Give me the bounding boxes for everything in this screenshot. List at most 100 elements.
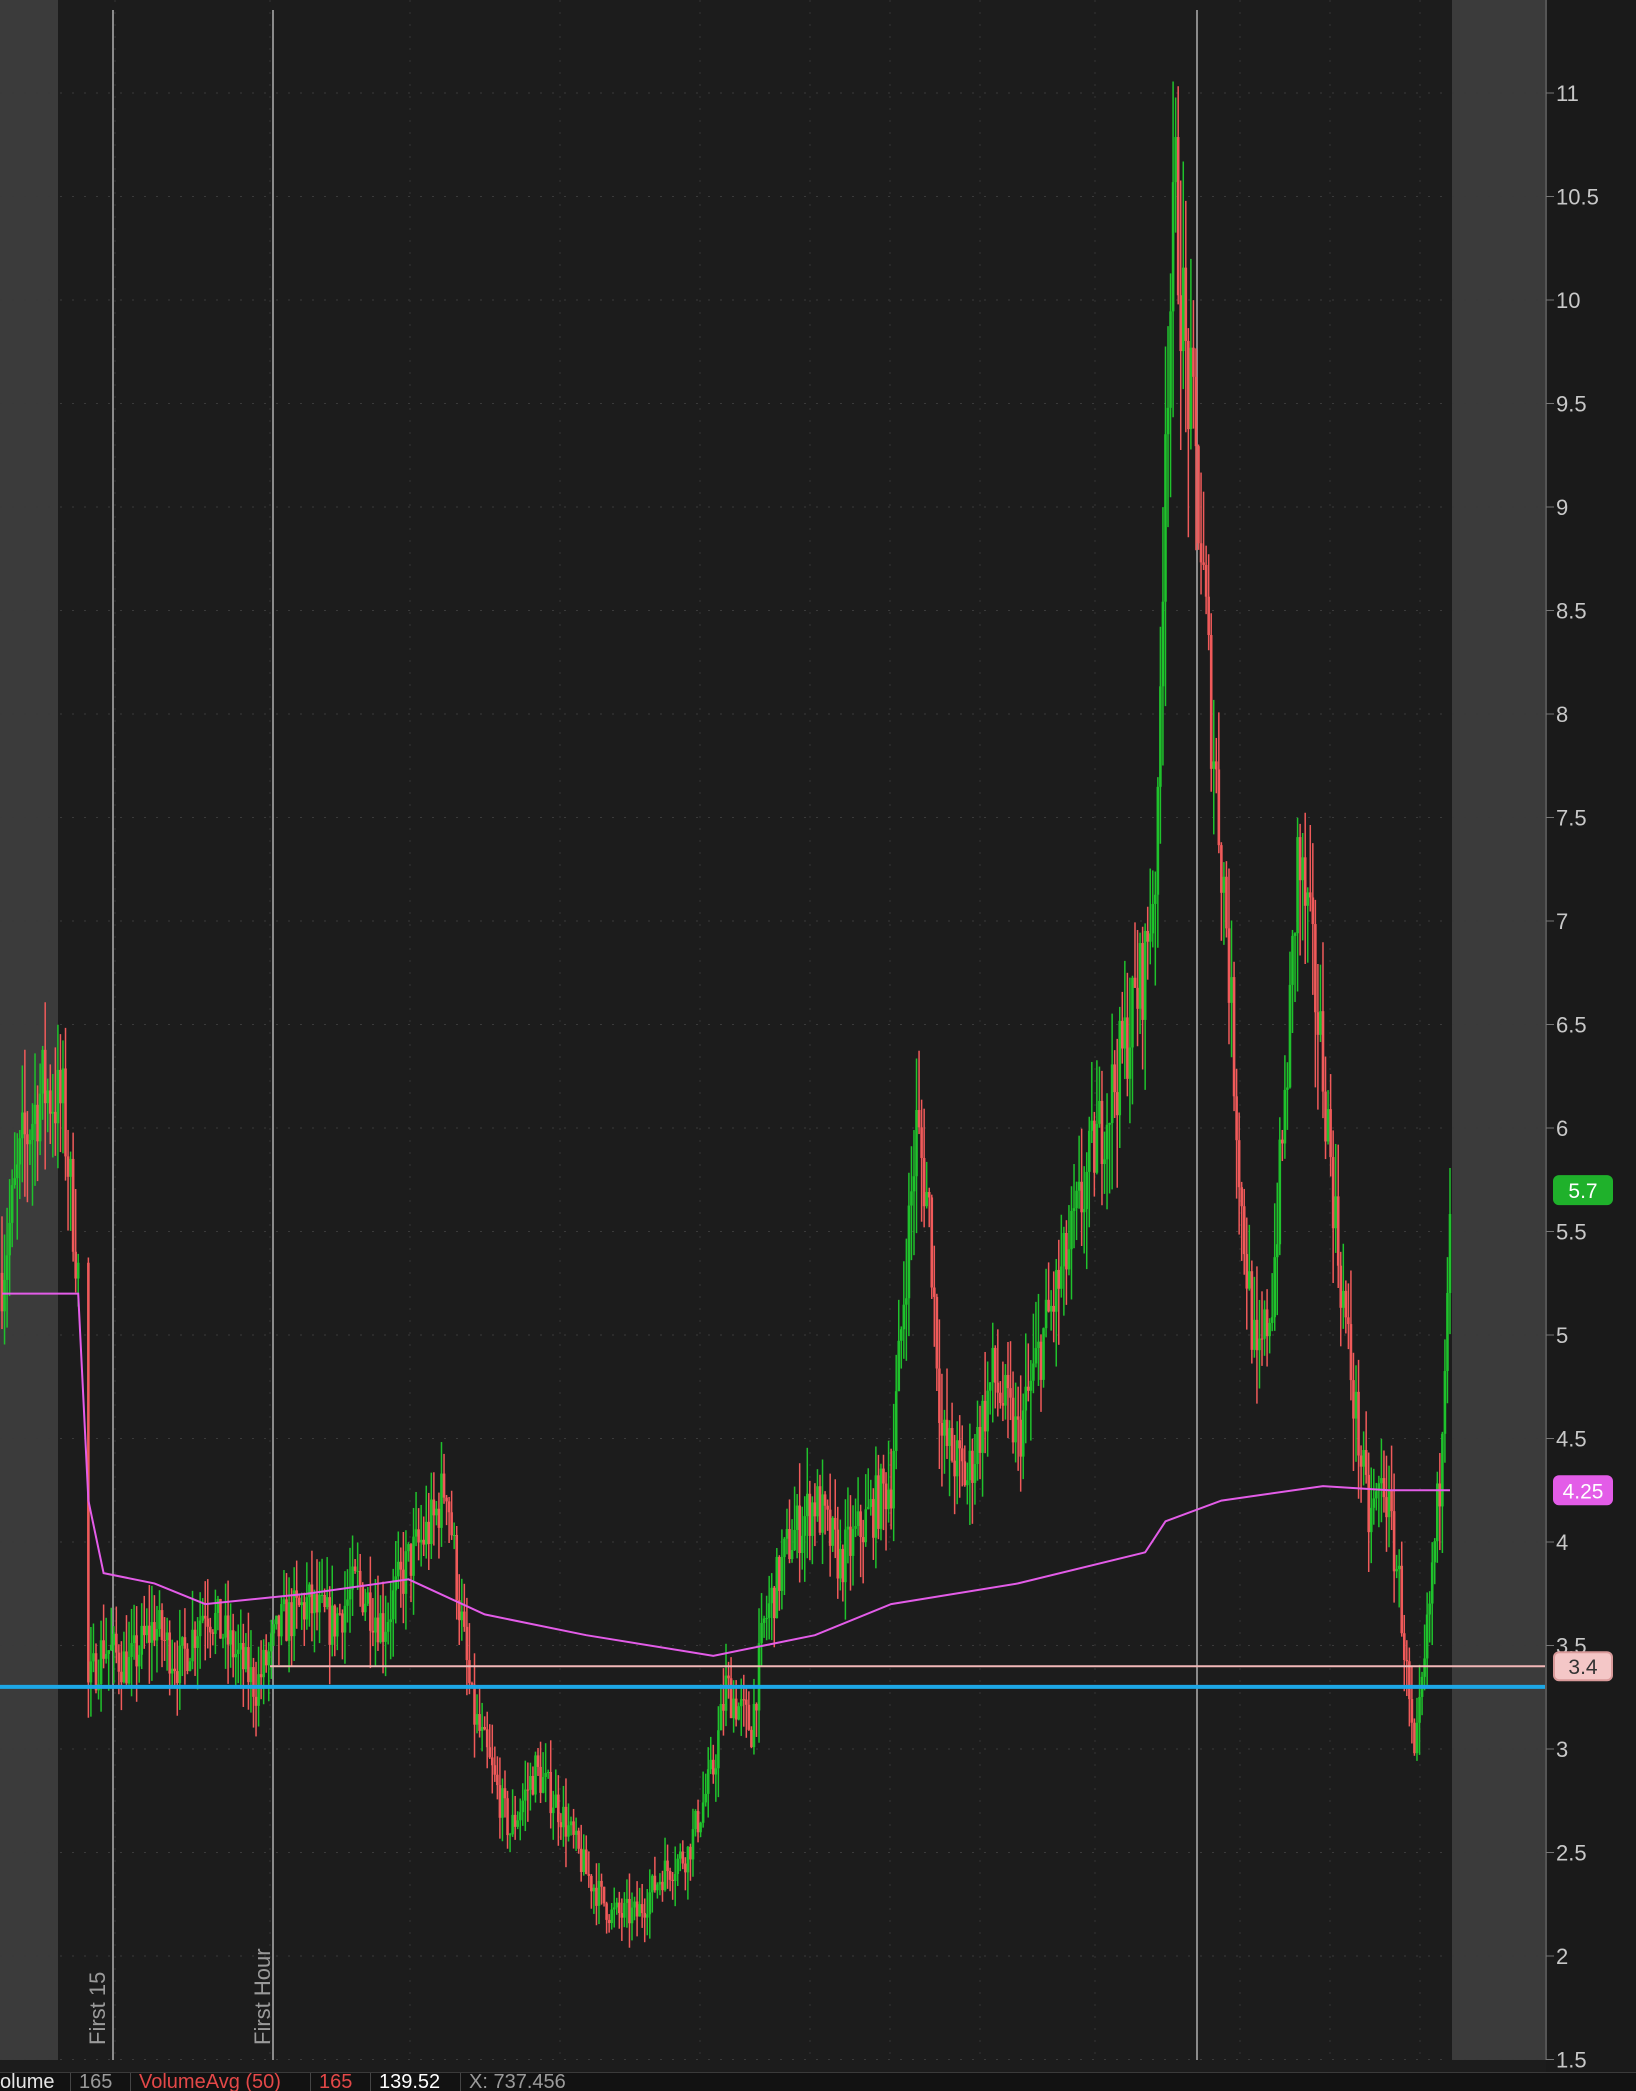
candle-body — [478, 1714, 481, 1731]
candle-body — [36, 1104, 39, 1142]
candle-body — [973, 1464, 977, 1483]
candle-body — [915, 1110, 918, 1177]
candle-body — [214, 1612, 217, 1634]
candle-body — [1255, 1319, 1259, 1351]
candle-body — [544, 1772, 547, 1777]
candle-body — [803, 1516, 807, 1536]
candle-body — [767, 1603, 771, 1618]
candle-body — [1415, 1722, 1419, 1754]
candle-body — [262, 1649, 265, 1678]
candle-body — [325, 1597, 329, 1608]
candle-body — [653, 1875, 657, 1891]
candle-body — [193, 1629, 197, 1648]
candle-body — [638, 1904, 641, 1917]
candle-body — [386, 1622, 390, 1632]
candle-body — [303, 1602, 306, 1620]
candle-body — [59, 1069, 62, 1104]
candle-body — [905, 1298, 908, 1305]
candle-body — [361, 1585, 365, 1613]
vwap-badge: 4.25 — [1563, 1480, 1604, 1503]
candle-body — [648, 1892, 652, 1915]
candle-body — [450, 1512, 453, 1536]
candle-body — [597, 1880, 601, 1906]
candle-body — [1435, 1483, 1439, 1542]
candle-body — [54, 1111, 57, 1124]
candle-body — [1019, 1419, 1022, 1457]
candle-body — [89, 1661, 93, 1683]
candle-body — [1400, 1565, 1404, 1634]
y-tick-label: 8 — [1556, 702, 1568, 727]
candle-body — [927, 1192, 931, 1198]
candle-body — [186, 1648, 189, 1671]
candle-body — [704, 1793, 707, 1803]
candle-body — [701, 1802, 705, 1823]
candle-body — [508, 1834, 512, 1836]
candle-body — [742, 1699, 746, 1701]
candle-body — [922, 1158, 926, 1207]
candle-body — [313, 1594, 316, 1614]
candle-body — [960, 1448, 964, 1462]
candle-body — [465, 1626, 469, 1661]
candle-body — [925, 1192, 928, 1207]
candle-body — [536, 1755, 540, 1767]
candle-body — [765, 1617, 768, 1619]
candle-body — [432, 1499, 436, 1516]
candle-body — [51, 1111, 55, 1114]
y-tick-label: 6 — [1556, 1116, 1568, 1141]
candle-body — [940, 1423, 944, 1436]
candle-body — [1364, 1450, 1368, 1475]
candle-body — [1382, 1478, 1386, 1498]
candle-body — [1441, 1433, 1444, 1507]
candle-body — [1273, 1257, 1277, 1318]
candle-body — [1021, 1410, 1025, 1457]
candle-body — [1306, 892, 1310, 906]
candle-body — [897, 1340, 901, 1392]
candle-body — [56, 1069, 60, 1124]
candle-body — [1179, 295, 1183, 352]
candle-body — [1207, 596, 1210, 636]
candle-body — [849, 1526, 852, 1556]
y-tick-label: 1.5 — [1556, 2048, 1587, 2073]
candle-body — [554, 1794, 558, 1808]
candle-body — [1209, 635, 1213, 769]
candle-body — [366, 1592, 370, 1604]
candle-body — [861, 1537, 865, 1543]
volume-avg-label[interactable]: VolumeAvg (50) — [130, 2073, 289, 2091]
candle-body — [663, 1860, 667, 1891]
candle-body — [259, 1674, 263, 1678]
candle-body — [1024, 1386, 1028, 1411]
candle-body — [963, 1461, 967, 1486]
candle-body — [221, 1637, 225, 1639]
candle-body — [211, 1632, 215, 1634]
candle-body — [877, 1475, 880, 1529]
candle-body — [1232, 977, 1236, 1097]
candle-body — [1385, 1497, 1388, 1518]
candle-body — [666, 1860, 669, 1872]
candle-body — [1283, 1089, 1287, 1144]
candle-body — [567, 1825, 570, 1837]
candle-body — [907, 1205, 911, 1299]
candle-body — [734, 1698, 738, 1720]
candle-body — [272, 1624, 276, 1634]
candle-body — [816, 1486, 819, 1517]
candle-body — [1336, 1196, 1340, 1266]
candle-body — [902, 1304, 906, 1330]
candle-body — [821, 1494, 824, 1533]
candle-body — [1133, 977, 1137, 988]
candle-body — [475, 1714, 479, 1725]
price-chart[interactable]: 1110.5109.598.587.576.565.554.543.532.52… — [0, 0, 1636, 2072]
candle-body — [33, 1104, 37, 1124]
candle-body — [1187, 340, 1190, 430]
candle-body — [135, 1635, 138, 1667]
candle-body — [234, 1654, 238, 1658]
candle-body — [1072, 1208, 1076, 1211]
study-label[interactable]: olume — [0, 2073, 62, 2091]
candle-body — [1347, 1317, 1350, 1325]
candle-body — [1054, 1269, 1058, 1312]
candle-body — [1113, 1064, 1116, 1093]
first-15-label: First 15 — [85, 1972, 110, 2045]
candle-body — [920, 1127, 923, 1159]
candle-body — [790, 1550, 794, 1560]
candle-body — [43, 1049, 47, 1104]
candle-body — [343, 1605, 347, 1633]
